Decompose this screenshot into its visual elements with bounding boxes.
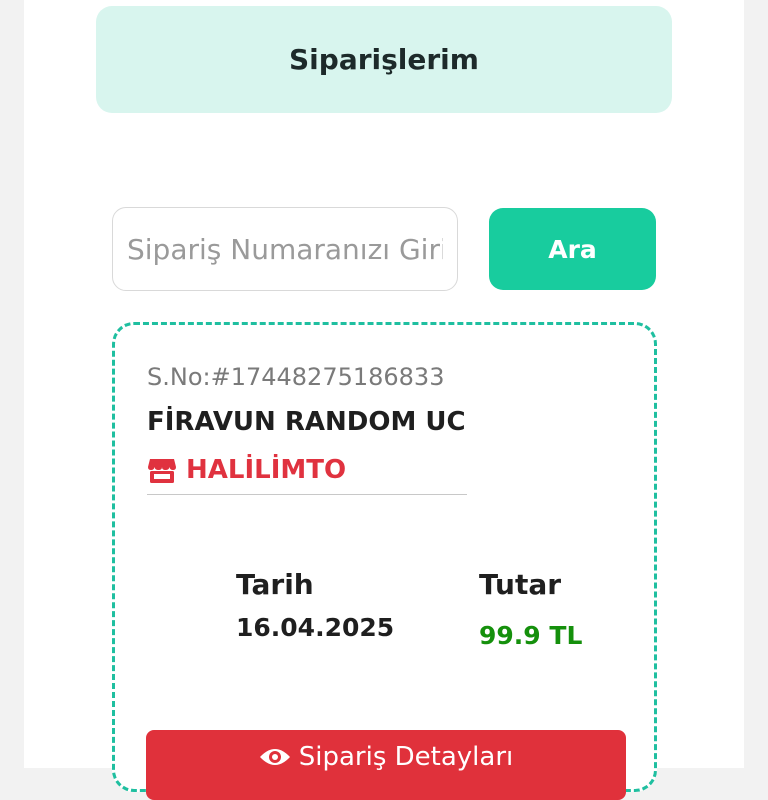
eye-icon [259, 749, 290, 765]
product-name: FİRAVUN RANDOM UC [147, 407, 466, 437]
order-number: S.No:#17448275186833 [147, 363, 445, 391]
order-details-button[interactable]: Sipariş Detayları [146, 730, 626, 800]
page-header: Siparişlerim [96, 6, 672, 113]
store-icon [148, 459, 176, 483]
order-search-input[interactable] [112, 207, 458, 291]
amount-label: Tutar [479, 568, 562, 601]
amount-value: 99.9 TL [479, 621, 583, 650]
date-value: 16.04.2025 [236, 613, 395, 642]
seller-name[interactable]: HALİLİMTO [186, 453, 346, 487]
page-title: Siparişlerim [289, 43, 479, 76]
seller-row: HALİLİMTO [147, 453, 467, 495]
order-card: S.No:#17448275186833 FİRAVUN RANDOM UC H… [112, 322, 657, 800]
date-label: Tarih [236, 568, 314, 601]
orders-page: Siparişlerim Ara S.No:#17448275186833 Fİ… [24, 0, 744, 800]
search-button[interactable]: Ara [489, 208, 656, 290]
